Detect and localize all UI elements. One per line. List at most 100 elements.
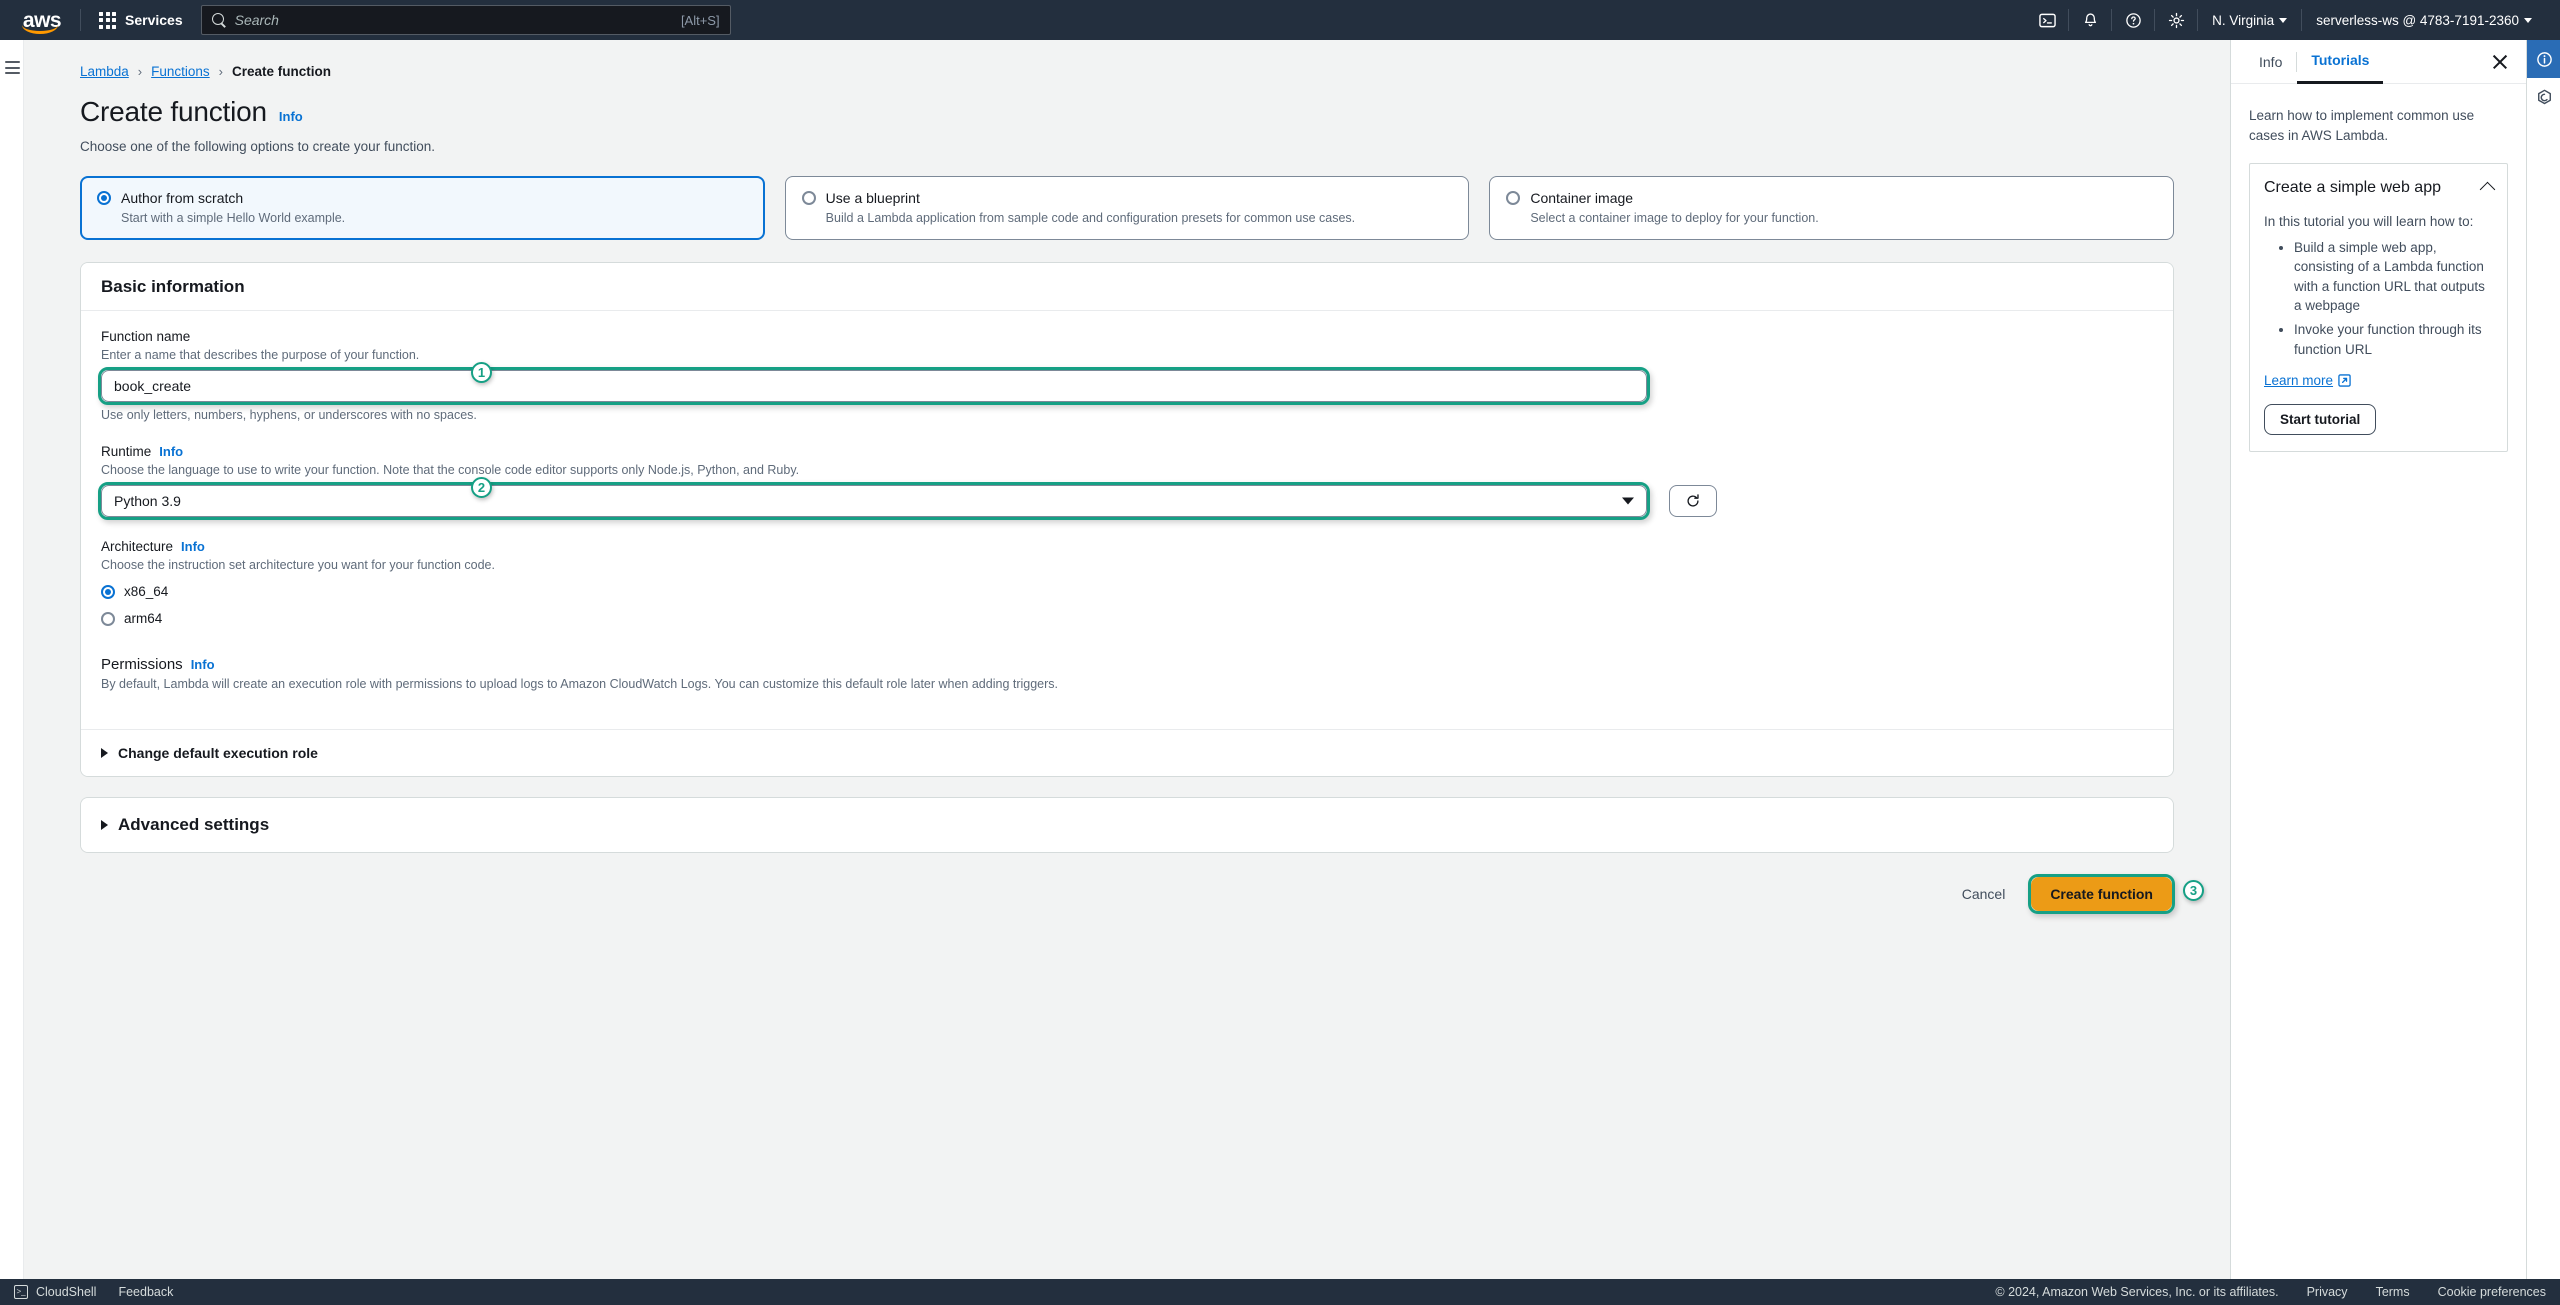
menu-toggle-icon[interactable] — [5, 61, 20, 78]
option-card-use-a-blueprint[interactable]: Use a blueprint Build a Lambda applicati… — [784, 176, 1470, 240]
page-description: Choose one of the following options to c… — [80, 139, 435, 154]
radio-container-image[interactable] — [1506, 191, 1521, 205]
radio-arm64[interactable] — [101, 611, 115, 626]
search-placeholder: Search — [234, 12, 279, 28]
start-tutorial-button[interactable]: Start tutorial — [2264, 404, 2377, 436]
external-link-icon — [2338, 374, 2351, 387]
top-nav-right-group: N. Virginia serverless-ws @ 4783-7191-23… — [2026, 0, 2560, 40]
permissions-field-group: Permissions Info By default, Lambda will… — [101, 656, 2153, 711]
advanced-settings-panel: Advanced settings — [80, 797, 2174, 853]
runtime-select-wrapper: Python 3.9 2 — [98, 477, 1650, 520]
advanced-settings-toggle[interactable]: Advanced settings — [81, 798, 2173, 852]
nav-divider — [80, 9, 81, 31]
right-icon-rail — [2526, 40, 2560, 1279]
option-label: Author from scratch — [121, 190, 244, 206]
create-function-button[interactable]: Create function — [2031, 877, 2172, 911]
annotation-badge-2: 2 — [471, 477, 492, 498]
tab-info[interactable]: Info — [2245, 40, 2296, 84]
permissions-description: By default, Lambda will create an execut… — [101, 677, 1059, 691]
page-info-link[interactable]: Info — [279, 109, 303, 124]
architecture-label-row: Architecture Info — [101, 539, 2153, 554]
function-name-field-group: Function name Enter a name that describe… — [98, 329, 2153, 422]
list-item: Invoke your function through its functio… — [2294, 320, 2493, 359]
architecture-info-link[interactable]: Info — [181, 539, 205, 554]
hexagon-icon[interactable] — [2527, 78, 2560, 116]
region-selector[interactable]: N. Virginia — [2198, 13, 2301, 28]
radio-author-from-scratch[interactable] — [97, 191, 111, 205]
option-card-author-from-scratch[interactable]: Author from scratch Start with a simple … — [80, 176, 765, 240]
basic-information-panel: Basic information Function name Enter a … — [80, 262, 2174, 777]
cancel-button[interactable]: Cancel — [1958, 880, 2010, 908]
radio-x86-64[interactable] — [101, 584, 115, 599]
tutorials-side-panel: Info Tutorials Learn how to implement co… — [2230, 40, 2526, 1279]
option-sublabel: Select a container image to deploy for y… — [1530, 211, 1819, 225]
tutorial-intro: In this tutorial you will learn how to: — [2264, 214, 2474, 230]
architecture-option-arm64[interactable]: arm64 — [101, 611, 2153, 626]
triangle-right-icon — [101, 820, 108, 830]
runtime-description: Choose the language to use to write your… — [101, 463, 800, 477]
aws-logo[interactable]: aws — [16, 7, 68, 34]
footer-cloudshell-label: CloudShell — [36, 1285, 97, 1299]
panel-header: Basic information — [81, 263, 2173, 311]
architecture-field-group: Architecture Info Choose the instruction… — [101, 539, 2153, 626]
chevron-up-icon[interactable] — [2479, 181, 2496, 198]
permissions-info-link[interactable]: Info — [191, 657, 215, 672]
region-label: N. Virginia — [2212, 12, 2275, 28]
architecture-option-x86-64[interactable]: x86_64 — [101, 584, 2153, 599]
tutorial-title: Create a simple web app — [2264, 179, 2441, 197]
bell-icon[interactable] — [2069, 0, 2111, 40]
left-side-rail — [0, 40, 24, 1279]
footer-copyright: © 2024, Amazon Web Services, Inc. or its… — [1995, 1285, 2279, 1299]
global-search-input[interactable]: Search [Alt+S] — [200, 5, 731, 35]
page-title: Create function — [80, 96, 267, 127]
architecture-label: Architecture — [101, 539, 174, 554]
breadcrumb-item-lambda[interactable]: Lambda — [80, 64, 129, 79]
option-label: Use a blueprint — [825, 190, 920, 206]
footer-right-group: © 2024, Amazon Web Services, Inc. or its… — [1995, 1285, 2560, 1299]
footer-left-group: >_ CloudShell Feedback — [0, 1285, 173, 1299]
footer-bar: >_ CloudShell Feedback © 2024, Amazon We… — [0, 1279, 2560, 1305]
footer-link-terms[interactable]: Terms — [2376, 1285, 2410, 1299]
chevron-down-icon — [1622, 497, 1634, 505]
runtime-select[interactable]: Python 3.9 — [101, 485, 1647, 517]
footer-feedback-link[interactable]: Feedback — [118, 1285, 173, 1299]
tutorial-card-header[interactable]: Create a simple web app — [2264, 178, 2496, 198]
footer-link-cookie-preferences[interactable]: Cookie preferences — [2438, 1285, 2546, 1299]
runtime-refresh-button[interactable] — [1669, 485, 1717, 517]
form-actions: Cancel Create function 3 — [80, 874, 2204, 914]
chevron-down-icon — [2279, 17, 2288, 23]
change-default-execution-role-toggle[interactable]: Change default execution role — [81, 729, 2173, 776]
info-circle-icon[interactable] — [2527, 40, 2560, 78]
side-panel-tabs: Info Tutorials — [2231, 40, 2526, 84]
annotation-badge-3: 3 — [2183, 880, 2204, 901]
chevron-down-icon — [2524, 17, 2532, 23]
help-circle-icon[interactable] — [2112, 0, 2154, 40]
tab-tutorials[interactable]: Tutorials — [2297, 40, 2384, 84]
breadcrumb-item-functions[interactable]: Functions — [151, 64, 210, 79]
grid-icon — [99, 11, 116, 29]
services-menu-button[interactable]: Services — [93, 0, 189, 40]
search-icon — [211, 12, 227, 28]
learn-more-link[interactable]: Learn more — [2264, 373, 2351, 388]
tutorial-bullet-list: Build a simple web app, consisting of a … — [2264, 238, 2493, 359]
close-icon[interactable] — [2488, 50, 2512, 74]
account-menu[interactable]: serverless-ws @ 4783-7191-2360 — [2302, 13, 2546, 28]
list-item: Build a simple web app, consisting of a … — [2294, 238, 2493, 316]
search-shortcut-hint: [Alt+S] — [680, 12, 720, 28]
breadcrumb-item-create-function: Create function — [232, 63, 332, 79]
runtime-field-group: Runtime Info Choose the language to use … — [98, 444, 2153, 520]
footer-cloudshell-button[interactable]: >_ CloudShell — [14, 1285, 96, 1299]
aws-logo-smile — [22, 25, 58, 34]
breadcrumb-separator: › — [137, 63, 143, 79]
radio-use-a-blueprint[interactable] — [801, 191, 816, 205]
function-name-input[interactable] — [101, 370, 1647, 402]
services-label: Services — [125, 12, 183, 28]
runtime-info-link[interactable]: Info — [159, 444, 183, 459]
gear-icon[interactable] — [2155, 0, 2197, 40]
runtime-select-row: Python 3.9 2 — [98, 477, 2153, 520]
footer-link-privacy[interactable]: Privacy — [2307, 1285, 2348, 1299]
tutorials-intro: Learn how to implement common use cases … — [2249, 108, 2475, 143]
option-card-container-image[interactable]: Container image Select a container image… — [1489, 176, 2175, 240]
cloudshell-icon[interactable] — [2026, 0, 2068, 40]
account-label: serverless-ws @ 4783-7191-2360 — [2316, 12, 2519, 28]
